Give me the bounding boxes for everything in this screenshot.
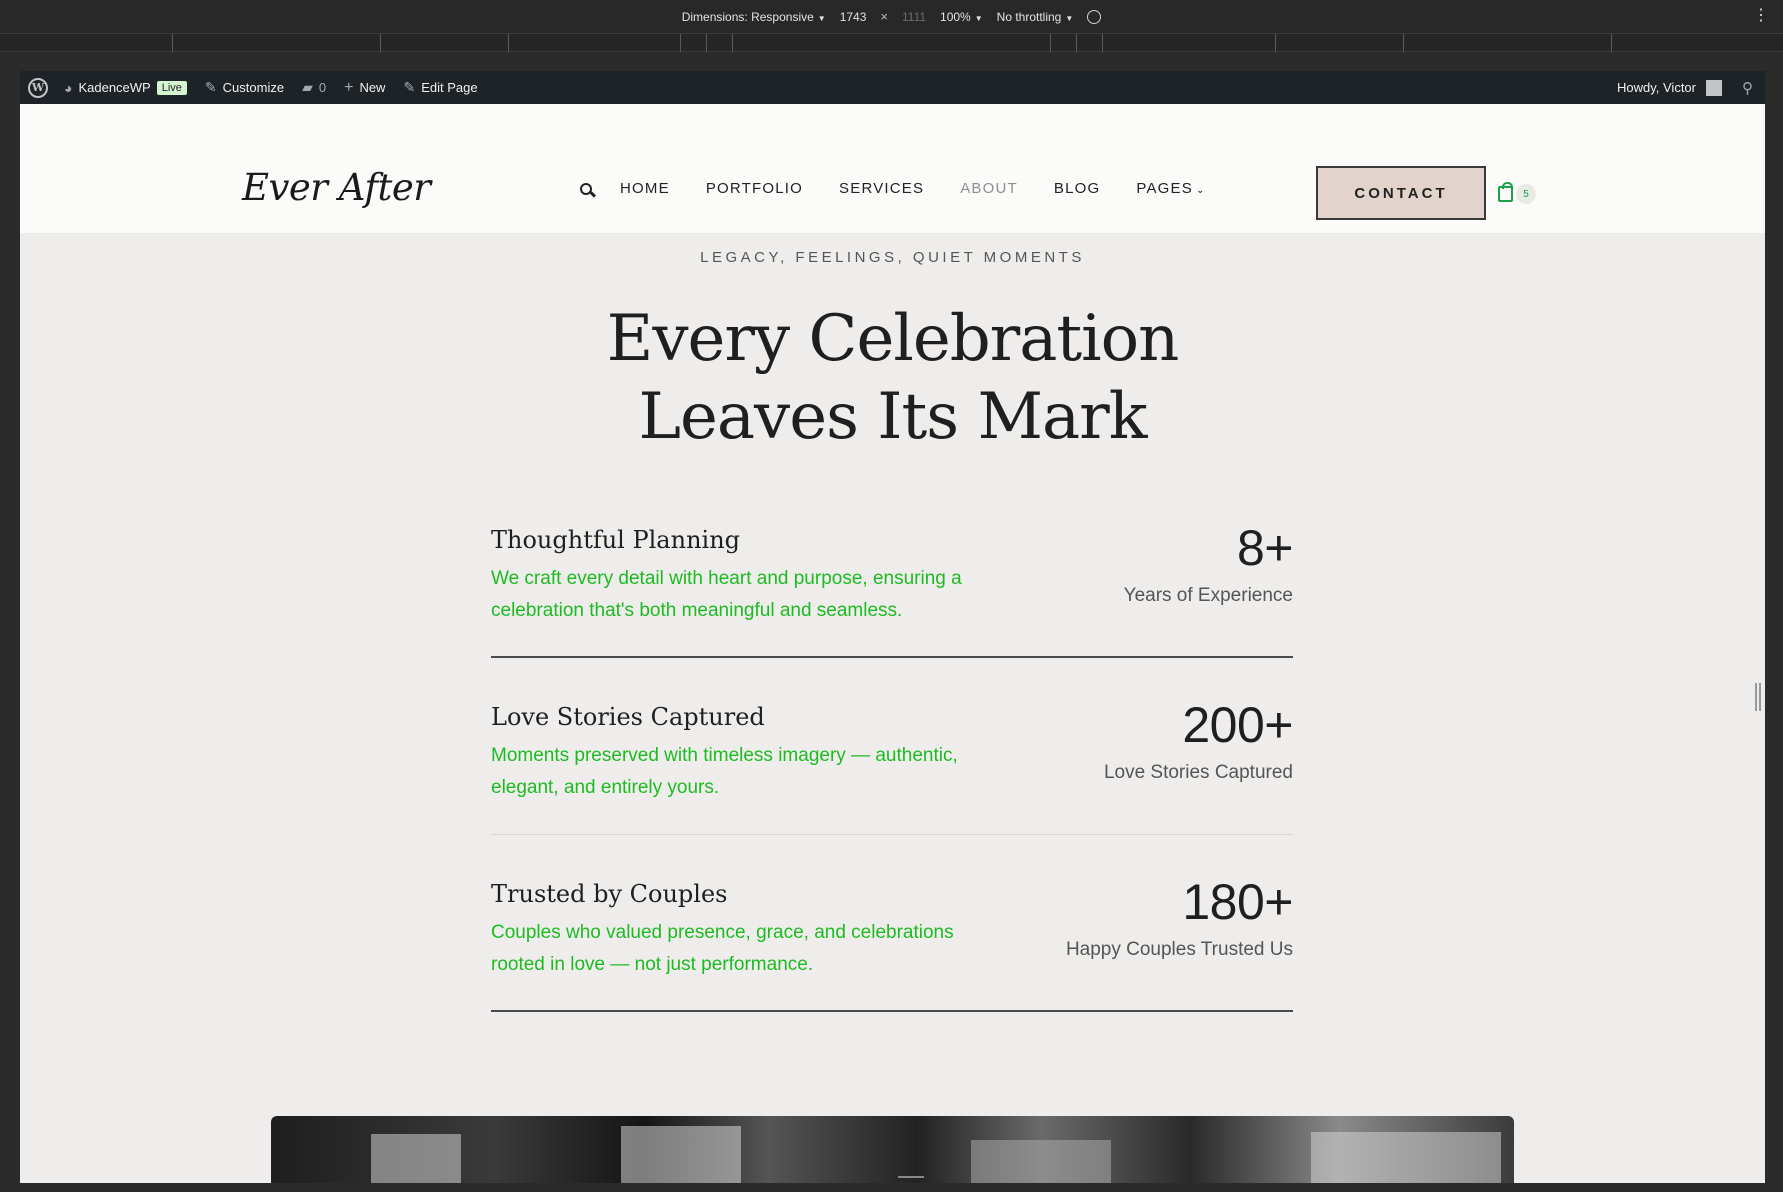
rotate-icon[interactable] <box>1087 9 1102 24</box>
howdy-user-link[interactable]: Howdy, Victor <box>1617 80 1696 95</box>
stats-section: Love Stories Captured Moments preserved … <box>491 696 1293 873</box>
photo-detail <box>971 1140 1111 1183</box>
site-name-label: KadenceWP <box>78 80 151 95</box>
shopping-bag-icon <box>1498 182 1513 202</box>
stat-label: Love Stories Captured <box>1103 762 1293 783</box>
hero-kicker: LEGACY, FEELINGS, QUIET MOMENTS <box>700 249 1085 266</box>
event-photo <box>271 1116 1514 1183</box>
comment-icon: ▰ <box>302 79 313 95</box>
site-logo[interactable]: Ever After <box>242 166 431 209</box>
nav-item-blog[interactable]: BLOG <box>1054 180 1100 197</box>
nav-item-portfolio[interactable]: PORTFOLIO <box>706 180 803 197</box>
ruler-tick <box>1050 34 1051 52</box>
ruler-tick <box>732 34 733 52</box>
cart-count-badge: 5 <box>1516 184 1536 204</box>
stat-title: Trusted by Couples <box>491 880 728 908</box>
stat-description: Couples who valued presence, grace, and … <box>491 922 954 975</box>
zoom-dropdown[interactable]: 100% ▼ <box>940 10 983 24</box>
plus-icon: + <box>344 78 354 96</box>
primary-nav: HOME PORTFOLIO SERVICES ABOUT BLOG PAGES… <box>580 180 1242 197</box>
stat-number: 200+ <box>1182 697 1293 753</box>
pencil-icon: ✎ <box>403 79 416 95</box>
stat-row: Love Stories Captured Moments preserved … <box>491 696 1293 873</box>
headline-line-1: Every Celebration <box>606 302 1180 376</box>
devtools-device-controls: Dimensions: Responsive ▼ 1743 × 1111 100%… <box>0 9 1783 24</box>
stats-section: Trusted by Couples Couples who valued pr… <box>491 873 1293 1050</box>
wordpress-logo-icon[interactable]: W <box>28 77 48 98</box>
customize-link[interactable]: ✎ Customize <box>205 79 284 96</box>
chevron-down-icon: ⌄ <box>1195 185 1206 196</box>
comments-count: 0 <box>318 80 327 95</box>
nav-item-services[interactable]: SERVICES <box>839 180 924 197</box>
stat-divider <box>491 1010 1293 1012</box>
stat-number: 180+ <box>1182 874 1293 930</box>
site-header: Ever After HOME PORTFOLIO SERVICES ABOUT… <box>20 104 1765 233</box>
stat-row: Trusted by Couples Couples who valued pr… <box>491 873 1293 1050</box>
dashboard-icon: ◕ <box>64 79 73 96</box>
stats-section: Thoughtful Planning We craft every detai… <box>491 519 1294 696</box>
cart-button[interactable]: 5 <box>1498 182 1536 204</box>
hero-headline: Every Celebration Leaves Its Mark <box>20 300 1765 456</box>
ruler-tick <box>508 34 509 52</box>
throttling-label: No throttling <box>996 9 1062 24</box>
stat-number: 8+ <box>1236 520 1294 576</box>
new-content-link[interactable]: + New <box>344 79 385 97</box>
site-name-link[interactable]: ◕ KadenceWP Live <box>64 80 187 96</box>
brush-icon: ✎ <box>204 79 217 95</box>
account-area: Howdy, Victor ⚲ <box>1617 79 1753 97</box>
avatar[interactable] <box>1706 79 1722 96</box>
resize-handle-right[interactable] <box>1755 683 1761 711</box>
stat-row: Thoughtful Planning We craft every detai… <box>491 519 1294 696</box>
stat-divider <box>491 834 1293 835</box>
ruler-tick <box>172 34 173 52</box>
resize-handle-bottom[interactable] <box>898 1176 924 1181</box>
customize-label: Customize <box>222 80 285 95</box>
nav-item-home[interactable]: HOME <box>620 180 670 197</box>
stat-description: Moments preserved with timeless imagery … <box>491 745 958 798</box>
live-badge: Live <box>156 80 187 95</box>
width-input[interactable]: 1743 <box>840 10 867 24</box>
nav-item-pages[interactable]: PAGES ⌄ <box>1136 180 1205 197</box>
ruler-tick <box>706 34 707 52</box>
page-viewport: W ◕ KadenceWP Live ✎ Customize ▰ 0 + New… <box>20 71 1765 1183</box>
edit-page-link[interactable]: ✎ Edit Page <box>403 79 477 96</box>
stat-label: Years of Experience <box>1123 585 1293 606</box>
ruler-tick <box>380 34 381 52</box>
photo-detail <box>621 1126 741 1183</box>
search-icon[interactable]: ⚲ <box>1742 79 1753 97</box>
ruler-tick <box>1076 34 1077 52</box>
wp-admin-bar: W ◕ KadenceWP Live ✎ Customize ▰ 0 + New… <box>20 71 1765 104</box>
stat-title: Love Stories Captured <box>491 703 765 731</box>
ruler-tick <box>680 34 681 52</box>
edit-page-label: Edit Page <box>421 80 478 95</box>
ruler-tick <box>1611 34 1612 52</box>
comments-link[interactable]: ▰ 0 <box>302 79 326 96</box>
photo-detail <box>1311 1132 1501 1183</box>
more-options-icon[interactable]: ⋮ <box>1753 8 1769 24</box>
height-input[interactable]: 1111 <box>902 10 926 24</box>
dimensions-label: Dimensions: Responsive <box>681 9 814 24</box>
throttling-dropdown[interactable]: No throttling ▼ <box>997 10 1074 24</box>
search-icon[interactable] <box>580 182 592 195</box>
stat-label: Happy Couples Trusted Us <box>1065 939 1293 960</box>
ruler-tick <box>1275 34 1276 52</box>
nav-item-pages-label: PAGES <box>1136 180 1193 197</box>
devtools-toolbar: Dimensions: Responsive ▼ 1743 × 1111 100%… <box>0 0 1783 34</box>
stat-description: We craft every detail with heart and pur… <box>491 568 962 621</box>
nav-item-about[interactable]: ABOUT <box>960 180 1018 197</box>
dimension-separator: × <box>880 9 888 24</box>
new-label: New <box>359 80 386 95</box>
zoom-label: 100% <box>940 9 971 24</box>
stat-divider <box>491 656 1293 658</box>
stat-title: Thoughtful Planning <box>491 526 741 554</box>
photo-detail <box>371 1134 461 1183</box>
dimensions-dropdown[interactable]: Dimensions: Responsive ▼ <box>682 10 826 24</box>
ruler-tick <box>1102 34 1103 52</box>
headline-line-2: Leaves Its Mark <box>638 380 1148 454</box>
contact-button[interactable]: CONTACT <box>1316 166 1486 220</box>
ruler-tick <box>1403 34 1404 52</box>
media-query-ruler <box>0 34 1783 52</box>
